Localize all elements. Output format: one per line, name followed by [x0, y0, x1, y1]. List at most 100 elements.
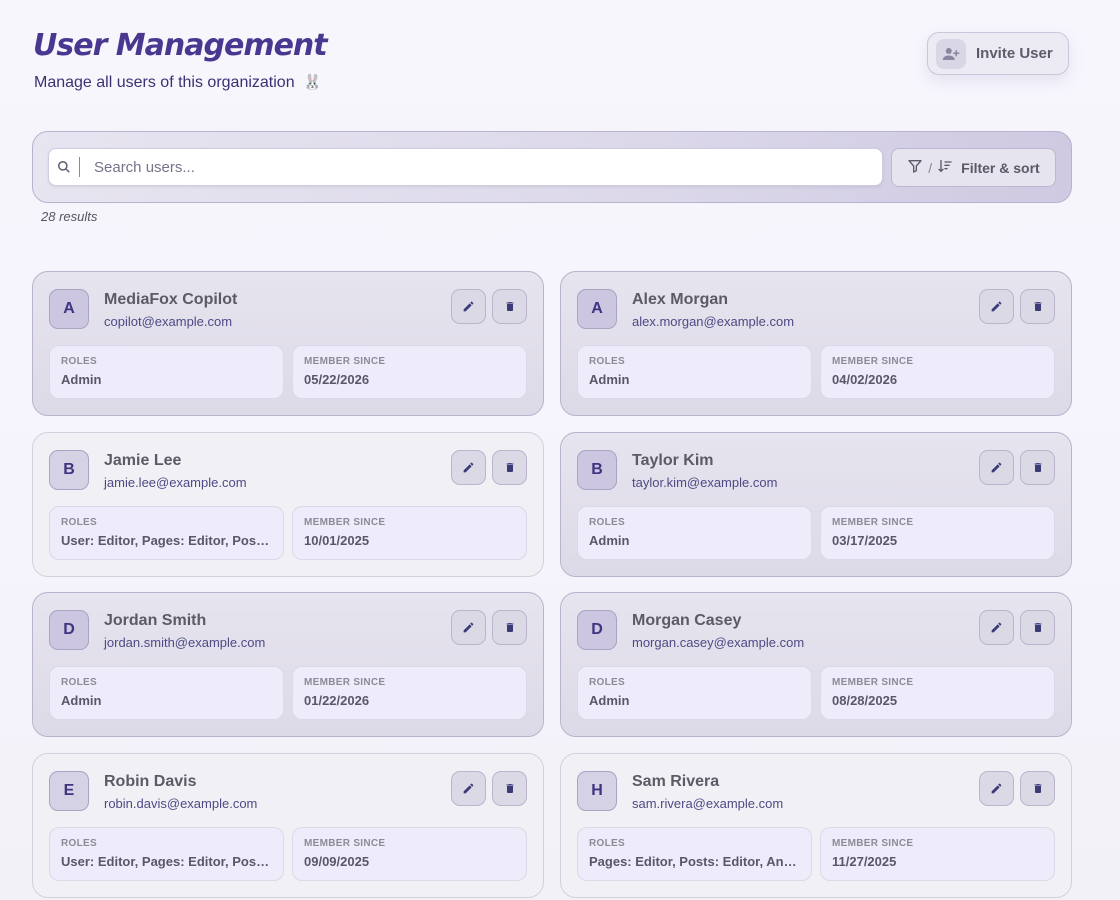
sort-icon: [937, 158, 953, 177]
member-since-value: 11/27/2025: [832, 854, 897, 869]
pencil-icon: [463, 301, 474, 312]
avatar: A: [49, 289, 89, 329]
user-email: copilot@example.com: [104, 314, 233, 329]
pencil-icon: [991, 622, 1002, 633]
roles-field: ROLES User: Editor, Pages: Editor, Posts…: [49, 827, 284, 881]
edit-user-button[interactable]: [979, 450, 1014, 485]
user-name: Robin Davis: [104, 773, 197, 790]
delete-user-button[interactable]: [492, 289, 527, 324]
user-card: B Jamie Lee jamie.lee@example.com ROLES …: [32, 432, 544, 577]
delete-user-button[interactable]: [1020, 289, 1055, 324]
search-input[interactable]: [92, 157, 882, 177]
pencil-icon: [991, 783, 1002, 794]
roles-field: ROLES Admin: [577, 666, 812, 720]
roles-value: Admin: [61, 372, 102, 387]
delete-user-button[interactable]: [1020, 610, 1055, 645]
trash-icon: [1034, 302, 1041, 311]
member-since-field: MEMBER SINCE 11/27/2025: [820, 827, 1055, 881]
rabbit-emoji-icon: 🐰: [303, 74, 322, 91]
edit-user-button[interactable]: [979, 289, 1014, 324]
user-email: jordan.smith@example.com: [104, 635, 266, 650]
delete-user-button[interactable]: [492, 771, 527, 806]
roles-value: Pages: Editor, Posts: Editor, Analytics:…: [589, 854, 799, 869]
user-card: B Taylor Kim taylor.kim@example.com ROLE…: [560, 432, 1072, 577]
delete-user-button[interactable]: [1020, 771, 1055, 806]
roles-label: ROLES: [61, 838, 97, 849]
member-since-field: MEMBER SINCE 09/09/2025: [292, 827, 527, 881]
trash-icon: [506, 623, 513, 632]
roles-field: ROLES User: Editor, Pages: Editor, Posts…: [49, 506, 284, 560]
user-email: alex.morgan@example.com: [632, 314, 795, 329]
trash-icon: [1034, 623, 1041, 632]
avatar: B: [49, 450, 89, 490]
user-email: sam.rivera@example.com: [632, 796, 784, 811]
roles-label: ROLES: [589, 677, 625, 688]
user-name: Jordan Smith: [104, 612, 207, 629]
member-since-value: 05/22/2026: [304, 372, 370, 387]
member-since-value: 04/02/2026: [832, 372, 898, 387]
user-card: A Alex Morgan alex.morgan@example.com RO…: [560, 271, 1072, 416]
member-since-value: 03/17/2025: [832, 533, 898, 548]
edit-user-button[interactable]: [451, 450, 486, 485]
subtitle-text: Manage all users of this organization: [34, 74, 295, 91]
roles-label: ROLES: [589, 517, 625, 528]
member-since-field: MEMBER SINCE 08/28/2025: [820, 666, 1055, 720]
member-since-value: 10/01/2025: [304, 533, 370, 548]
user-card: A MediaFox Copilot copilot@example.com R…: [32, 271, 544, 416]
user-plus-icon: [936, 38, 966, 69]
results-count: 28 results: [41, 209, 98, 224]
member-since-field: MEMBER SINCE 03/17/2025: [820, 506, 1055, 560]
filter-sort-button[interactable]: / Filter & sort: [891, 148, 1056, 187]
avatar: H: [577, 771, 617, 811]
roles-value: User: Editor, Pages: Editor, Posts: Edit…: [61, 533, 271, 548]
avatar: B: [577, 450, 617, 490]
avatar: A: [577, 289, 617, 329]
roles-label: ROLES: [61, 677, 97, 688]
page-title: User Management: [33, 28, 328, 63]
roles-value: Admin: [589, 372, 630, 387]
roles-value: Admin: [589, 693, 630, 708]
member-since-value: 01/22/2026: [304, 693, 370, 708]
pencil-icon: [463, 783, 474, 794]
member-since-value: 09/09/2025: [304, 854, 370, 869]
edit-user-button[interactable]: [979, 610, 1014, 645]
roles-field: ROLES Admin: [49, 345, 284, 399]
member-since-label: MEMBER SINCE: [832, 517, 914, 528]
delete-user-button[interactable]: [1020, 450, 1055, 485]
pencil-icon: [991, 301, 1002, 312]
edit-user-button[interactable]: [451, 289, 486, 324]
delete-user-button[interactable]: [492, 610, 527, 645]
member-since-label: MEMBER SINCE: [832, 838, 914, 849]
edit-user-button[interactable]: [451, 771, 486, 806]
roles-field: ROLES Admin: [49, 666, 284, 720]
pencil-icon: [463, 462, 474, 473]
roles-field: ROLES Admin: [577, 345, 812, 399]
trash-icon: [506, 784, 513, 793]
text-caret: [79, 157, 80, 177]
member-since-field: MEMBER SINCE 05/22/2026: [292, 345, 527, 399]
avatar: D: [577, 610, 617, 650]
pencil-icon: [991, 462, 1002, 473]
page: User Management Manage all users of this…: [0, 0, 1120, 900]
search-box[interactable]: [48, 148, 883, 186]
roles-label: ROLES: [589, 838, 625, 849]
edit-user-button[interactable]: [979, 771, 1014, 806]
invite-user-button[interactable]: Invite User: [927, 32, 1069, 75]
roles-field: ROLES Admin: [577, 506, 812, 560]
user-name: Taylor Kim: [632, 452, 714, 469]
member-since-label: MEMBER SINCE: [304, 517, 386, 528]
user-email: taylor.kim@example.com: [632, 475, 778, 490]
user-email: robin.davis@example.com: [104, 796, 258, 811]
member-since-label: MEMBER SINCE: [304, 838, 386, 849]
roles-label: ROLES: [589, 356, 625, 367]
member-since-value: 08/28/2025: [832, 693, 898, 708]
trash-icon: [1034, 463, 1041, 472]
page-subtitle: Manage all users of this organization 🐰: [34, 73, 322, 92]
search-panel: / Filter & sort: [32, 131, 1072, 203]
member-since-field: MEMBER SINCE 01/22/2026: [292, 666, 527, 720]
edit-user-button[interactable]: [451, 610, 486, 645]
filter-sort-label: Filter & sort: [961, 159, 1040, 176]
member-since-field: MEMBER SINCE 04/02/2026: [820, 345, 1055, 399]
delete-user-button[interactable]: [492, 450, 527, 485]
roles-label: ROLES: [61, 356, 97, 367]
